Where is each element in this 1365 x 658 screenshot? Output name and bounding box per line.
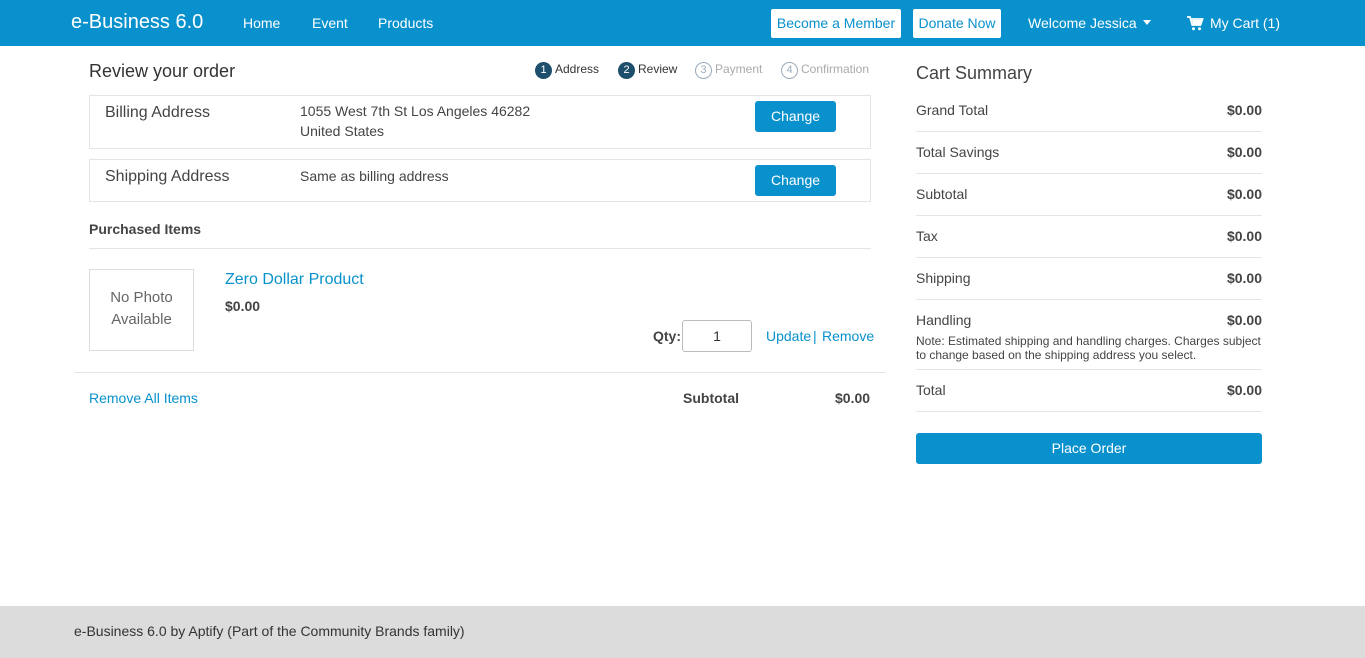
caret-down-icon	[1142, 20, 1151, 26]
summary-label: Tax	[916, 228, 938, 244]
shipping-address-box: Shipping Address Same as billing address…	[89, 159, 871, 202]
footer-text: e-Business 6.0 by Aptify (Part of the Co…	[74, 623, 465, 639]
link-separator: |	[813, 328, 817, 344]
step-number: 2	[618, 62, 635, 79]
quantity-input[interactable]	[682, 320, 752, 352]
handling-note: Note: Estimated shipping and handling ch…	[916, 334, 1261, 362]
summary-value: $0.00	[1226, 270, 1262, 286]
step-number: 3	[695, 62, 712, 79]
billing-address-line1: 1055 West 7th St Los Angeles 46282	[300, 103, 531, 119]
top-navbar: e-Business 6.0 Home Event Products Becom…	[0, 0, 1365, 46]
divider	[74, 372, 886, 373]
step-number: 4	[781, 62, 798, 79]
summary-row-tax: Tax $0.00	[916, 228, 1262, 258]
step-label: Address	[555, 62, 600, 76]
summary-row-total: Total $0.00	[916, 382, 1262, 412]
photo-text-line2: Available	[111, 311, 172, 328]
summary-label: Total	[916, 382, 946, 398]
billing-address-box: Billing Address 1055 West 7th St Los Ang…	[89, 95, 871, 149]
step-review: 2 Review	[618, 62, 677, 79]
billing-address-line2: United States	[300, 123, 385, 139]
brand-logo[interactable]: e-Business 6.0	[71, 11, 203, 34]
summary-label: Subtotal	[916, 186, 968, 202]
user-menu[interactable]: Welcome Jessica	[1028, 15, 1151, 31]
summary-value: $0.00	[1226, 312, 1262, 328]
nav-event[interactable]: Event	[312, 15, 348, 31]
cart-summary-title: Cart Summary	[916, 63, 1033, 83]
remove-all-items-link[interactable]: Remove All Items	[89, 390, 198, 406]
step-label: Confirmation	[801, 62, 870, 76]
summary-value: $0.00	[1226, 228, 1262, 244]
nav-home[interactable]: Home	[243, 15, 280, 31]
summary-label: Handling	[916, 312, 972, 328]
footer: e-Business 6.0 by Aptify (Part of the Co…	[0, 606, 1365, 658]
billing-address-label: Billing Address	[105, 104, 210, 121]
step-number: 1	[535, 62, 552, 79]
subtotal-value: $0.00	[835, 390, 871, 406]
update-link[interactable]: Update	[766, 328, 811, 344]
become-member-button[interactable]: Become a Member	[771, 9, 901, 38]
summary-row-subtotal: Subtotal $0.00	[916, 186, 1262, 216]
change-billing-button[interactable]: Change	[755, 101, 836, 132]
photo-text-line1: No Photo	[110, 289, 173, 306]
summary-value: $0.00	[1226, 102, 1262, 118]
summary-value: $0.00	[1226, 382, 1262, 398]
step-label: Review	[638, 62, 678, 76]
welcome-label: Welcome Jessica	[1028, 15, 1137, 31]
summary-value: $0.00	[1226, 144, 1262, 160]
qty-label: Qty:	[653, 328, 681, 344]
cart-icon	[1187, 16, 1204, 31]
remove-link[interactable]: Remove	[822, 328, 874, 344]
change-shipping-button[interactable]: Change	[755, 165, 836, 196]
summary-label: Shipping	[916, 270, 971, 286]
purchased-items-heading: Purchased Items	[89, 221, 202, 237]
summary-label: Grand Total	[916, 102, 989, 118]
product-name-link[interactable]: Zero Dollar Product	[225, 271, 364, 289]
summary-row-grand-total: Grand Total $0.00	[916, 102, 1262, 132]
divider	[89, 248, 871, 249]
place-order-button[interactable]: Place Order	[916, 433, 1262, 464]
product-price: $0.00	[225, 298, 261, 314]
page-title: Review your order	[89, 61, 236, 81]
my-cart-link[interactable]: My Cart (1)	[1187, 15, 1280, 31]
nav-products[interactable]: Products	[378, 15, 433, 31]
summary-label: Total Savings	[916, 144, 1000, 160]
billing-address-text: 1055 West 7th St Los Angeles 46282 Unite…	[300, 101, 530, 141]
subtotal-label: Subtotal	[683, 390, 739, 406]
product-image-placeholder: No Photo Available	[89, 269, 194, 351]
shipping-address-label: Shipping Address	[105, 168, 230, 185]
summary-row-handling: Handling $0.00 Note: Estimated shipping …	[916, 312, 1262, 370]
shipping-address-text: Same as billing address	[300, 168, 449, 184]
summary-row-shipping: Shipping $0.00	[916, 270, 1262, 300]
step-payment: 3 Payment	[695, 62, 762, 79]
step-confirmation: 4 Confirmation	[781, 62, 869, 79]
step-address: 1 Address	[535, 62, 599, 79]
donate-now-button[interactable]: Donate Now	[913, 9, 1001, 38]
summary-row-total-savings: Total Savings $0.00	[916, 144, 1262, 174]
summary-value: $0.00	[1226, 186, 1262, 202]
step-label: Payment	[715, 62, 763, 76]
cart-label: My Cart (1)	[1210, 15, 1280, 31]
